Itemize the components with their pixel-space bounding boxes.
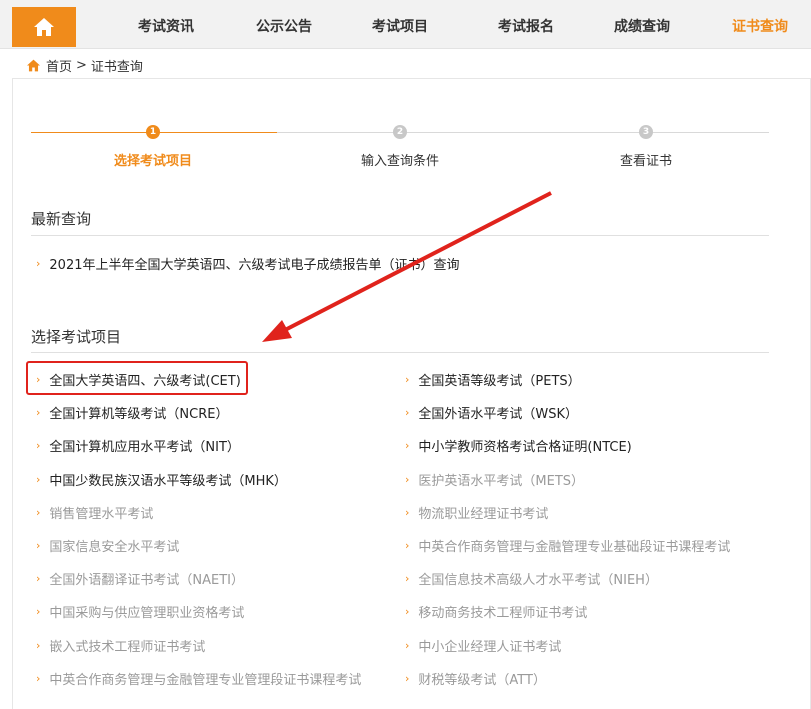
latest-query-title: 最新查询 bbox=[31, 210, 92, 228]
project-item: › 医护英语水平考试（METS） bbox=[405, 470, 584, 489]
step-1-dot: 1 bbox=[146, 125, 160, 139]
project-item-label: 中英合作商务管理与金融管理专业基础段证书课程考试 bbox=[418, 540, 731, 555]
project-item: › 移动商务技术工程师证书考试 bbox=[405, 602, 587, 621]
chevron-right-icon: › bbox=[405, 406, 410, 420]
highlight-box bbox=[26, 361, 248, 395]
chevron-right-icon: › bbox=[405, 439, 410, 453]
project-item[interactable]: › 中国少数民族汉语水平等级考试（MHK） bbox=[36, 470, 287, 489]
project-item-label[interactable]: 全国计算机等级考试（NCRE） bbox=[49, 403, 228, 422]
chevron-right-icon: › bbox=[36, 605, 41, 619]
chevron-right-icon: › bbox=[36, 505, 41, 519]
project-item-label: 财税等级考试（ATT） bbox=[418, 672, 546, 688]
project-item-label: 物流职业经理证书考试 bbox=[418, 506, 549, 522]
project-item-label: 全国信息技术高级人才水平考试（NIEH） bbox=[418, 573, 658, 589]
project-item: › 国家信息安全水平考试 bbox=[36, 536, 179, 555]
nav-item-news[interactable]: 考试资讯 bbox=[138, 0, 194, 49]
project-item-label: 嵌入式技术工程师证书考试 bbox=[49, 639, 206, 655]
project-item-label: 国家信息安全水平考试 bbox=[49, 540, 180, 555]
project-item-label: 中小企业经理人证书考试 bbox=[418, 639, 562, 655]
chevron-right-icon: › bbox=[405, 671, 410, 685]
chevron-right-icon: › bbox=[36, 472, 41, 486]
chevron-right-icon: › bbox=[405, 539, 410, 552]
breadcrumb-separator: > bbox=[76, 57, 87, 73]
project-item[interactable]: › 中小学教师资格考试合格证明(NTCE) bbox=[405, 436, 632, 455]
project-item-label[interactable]: 全国英语等级考试（PETS） bbox=[418, 370, 580, 389]
nav-item-certificate[interactable]: 证书查询 bbox=[732, 0, 788, 49]
chevron-right-icon: › bbox=[36, 439, 41, 453]
project-item-label: 医护英语水平考试（METS） bbox=[418, 473, 585, 489]
divider bbox=[31, 235, 769, 236]
project-item-label: 销售管理水平考试 bbox=[49, 506, 154, 522]
home-button[interactable] bbox=[12, 7, 76, 47]
step-3-label: 查看证书 bbox=[619, 154, 672, 169]
breadcrumb-home[interactable]: 首页 bbox=[46, 56, 72, 75]
chevron-right-icon: › bbox=[36, 671, 41, 685]
chevron-right-icon: › bbox=[405, 472, 410, 486]
chevron-right-icon: › bbox=[405, 505, 410, 519]
top-nav: 考试资讯 公示公告 考试项目 考试报名 成绩查询 证书查询 bbox=[0, 0, 811, 49]
chevron-right-icon: › bbox=[36, 539, 41, 552]
step-3-dot: 3 bbox=[639, 125, 653, 139]
step-1-label: 选择考试项目 bbox=[113, 154, 192, 169]
chevron-right-icon: › bbox=[405, 638, 410, 652]
breadcrumb-current: 证书查询 bbox=[90, 59, 143, 75]
project-item: › 中英合作商务管理与金融管理专业基础段证书课程考试 bbox=[405, 536, 730, 555]
project-item-label[interactable]: 全国计算机应用水平考试（NIT） bbox=[49, 436, 240, 455]
project-item: › 财税等级考试（ATT） bbox=[405, 669, 546, 688]
divider bbox=[12, 78, 811, 79]
project-section-title: 选择考试项目 bbox=[31, 328, 122, 346]
step-2-dot: 2 bbox=[393, 125, 407, 139]
project-item-label: 中国采购与供应管理职业资格考试 bbox=[49, 606, 245, 622]
home-icon bbox=[34, 18, 54, 36]
project-item: › 全国外语翻译证书考试（NAETI） bbox=[36, 569, 244, 588]
nav-item-projects[interactable]: 考试项目 bbox=[372, 0, 428, 49]
chevron-right-icon: › bbox=[405, 572, 410, 586]
chevron-right-icon: › bbox=[36, 638, 41, 652]
nav-item-notice[interactable]: 公示公告 bbox=[256, 0, 312, 49]
latest-query-link[interactable]: 2021年上半年全国大学英语四、六级考试电子成绩报告单（证书）查询 bbox=[49, 254, 459, 273]
project-item-label: 全国外语翻译证书考试（NAETI） bbox=[49, 573, 245, 589]
chevron-right-icon: › bbox=[405, 373, 410, 386]
chevron-right-icon: › bbox=[36, 257, 41, 270]
breadcrumb: 首页 > 证书查询 bbox=[26, 55, 143, 75]
project-item-label: 移动商务技术工程师证书考试 bbox=[418, 606, 588, 622]
home-icon bbox=[27, 59, 40, 71]
project-item: › 中小企业经理人证书考试 bbox=[405, 636, 561, 655]
step-2-label: 输入查询条件 bbox=[360, 154, 439, 169]
project-item-label: 中英合作商务管理与金融管理专业管理段证书课程考试 bbox=[49, 672, 362, 688]
project-item[interactable]: › 全国英语等级考试（PETS） bbox=[405, 370, 581, 389]
project-item: › 嵌入式技术工程师证书考试 bbox=[36, 636, 205, 655]
project-item-label[interactable]: 中小学教师资格考试合格证明(NTCE) bbox=[418, 436, 631, 455]
project-item[interactable]: › 全国外语水平考试（WSK） bbox=[405, 403, 578, 422]
project-item: › 销售管理水平考试 bbox=[36, 503, 153, 522]
latest-query-item[interactable]: › 2021年上半年全国大学英语四、六级考试电子成绩报告单（证书）查询 bbox=[36, 254, 460, 273]
project-item: › 物流职业经理证书考试 bbox=[405, 503, 548, 522]
nav-item-score[interactable]: 成绩查询 bbox=[614, 0, 670, 49]
project-item: › 中英合作商务管理与金融管理专业管理段证书课程考试 bbox=[36, 669, 361, 688]
chevron-right-icon: › bbox=[36, 406, 41, 420]
chevron-right-icon: › bbox=[405, 605, 410, 619]
project-item-label[interactable]: 中国少数民族汉语水平等级考试（MHK） bbox=[49, 470, 287, 489]
project-item-label[interactable]: 全国外语水平考试（WSK） bbox=[418, 403, 578, 422]
project-item[interactable]: › 全国计算机等级考试（NCRE） bbox=[36, 403, 228, 422]
divider bbox=[31, 352, 769, 353]
chevron-right-icon: › bbox=[36, 572, 41, 586]
project-item[interactable]: › 全国计算机应用水平考试（NIT） bbox=[36, 436, 240, 455]
project-item: › 全国信息技术高级人才水平考试（NIEH） bbox=[405, 569, 658, 588]
project-item: › 中国采购与供应管理职业资格考试 bbox=[36, 602, 244, 621]
nav-item-register[interactable]: 考试报名 bbox=[498, 0, 554, 49]
content-border-left bbox=[12, 78, 13, 709]
